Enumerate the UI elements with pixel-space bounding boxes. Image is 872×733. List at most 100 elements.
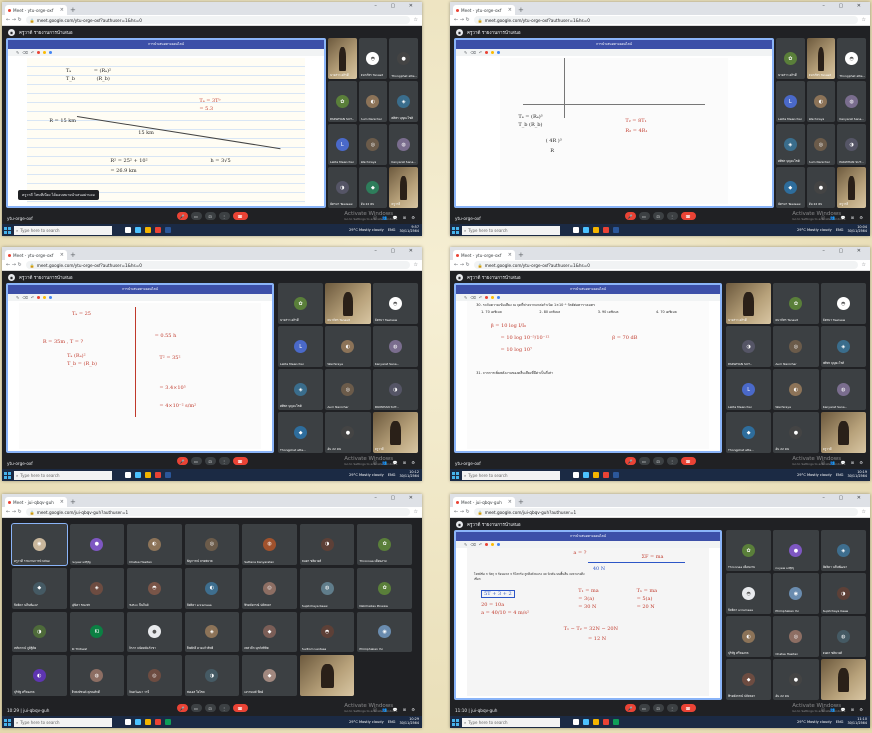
- participant-tile[interactable]: ◆ Thongphat atte...: [726, 412, 772, 453]
- participant-tile[interactable]: ◎ Aum Nanichar: [806, 124, 836, 165]
- participant-tile[interactable]: ครูวาดี: [389, 167, 418, 208]
- weather[interactable]: 29°C Mostly cloudy: [349, 473, 384, 477]
- participant-tile[interactable]: ◓ ฉัตรมา Tawisaw: [820, 283, 866, 324]
- clock[interactable]: 9:57 30/11/2564: [399, 226, 419, 233]
- clock[interactable]: 10:19 30/11/2564: [847, 471, 867, 478]
- word-icon[interactable]: [165, 472, 171, 478]
- participant-tile[interactable]: ◍ Settana Kanyaratan: [242, 524, 297, 565]
- window-controls[interactable]: – ▢ ✕: [374, 3, 419, 9]
- nav-buttons[interactable]: ← → ↻: [6, 509, 22, 515]
- participant-tile[interactable]: ● อัน 22 คน: [325, 412, 371, 453]
- language[interactable]: ENG: [388, 473, 396, 477]
- taskbar-search[interactable]: ⌕ Type here to search: [462, 225, 560, 235]
- participant-tile[interactable]: ◈ ศศิพร บุญยะโชติ: [776, 124, 805, 165]
- new-tab-button[interactable]: +: [70, 498, 76, 506]
- participant-tile[interactable]: ◑ PAKWHAN SUT...: [837, 124, 866, 165]
- url-field[interactable]: 🔒 meet.google.com/ytu-orge-oxf?authuser=1…: [25, 261, 410, 269]
- sheets-icon[interactable]: [613, 719, 619, 725]
- participant-tile[interactable]: ◐ ปิยธิดา sriramsaa: [184, 567, 240, 609]
- edge-icon[interactable]: [135, 227, 141, 233]
- nav-buttons[interactable]: ← → ↻: [454, 17, 470, 23]
- camera-button[interactable]: ▭: [638, 212, 650, 220]
- meeting-side-icons[interactable]: ⓘ 👥 💬 ⊞ ⚙: [821, 460, 865, 466]
- url-field[interactable]: 🔒 meet.google.com/jui-qbqv-guh?authuser=1: [25, 508, 410, 516]
- participant-tile[interactable]: ◓ Sudtom Lantasa: [299, 611, 355, 653]
- edge-icon[interactable]: [135, 472, 141, 478]
- mic-button[interactable]: 🎤: [624, 704, 636, 712]
- participant-tile[interactable]: ◓ ฉัตรมา Tawisaw: [372, 283, 418, 324]
- explorer-icon[interactable]: [145, 472, 151, 478]
- mic-button[interactable]: 🎤: [176, 704, 188, 712]
- eraser-icon[interactable]: ⌫: [22, 50, 28, 55]
- participant-tile[interactable]: ◎ จินตวัฒนา วานี: [127, 655, 182, 696]
- yellow-color[interactable]: [43, 51, 47, 54]
- participant-tile[interactable]: ◈ ศศิพร บุญยะโชติ: [278, 369, 324, 410]
- close-icon[interactable]: ×: [508, 7, 512, 13]
- new-tab-button[interactable]: +: [518, 251, 524, 259]
- mic-button[interactable]: 🎤: [176, 457, 188, 465]
- window-controls[interactable]: – ▢ ✕: [822, 248, 867, 254]
- close-icon[interactable]: ×: [60, 499, 64, 505]
- participant-tile[interactable]: [820, 659, 866, 700]
- language[interactable]: ENG: [388, 720, 396, 724]
- more-button[interactable]: ⋮: [218, 704, 230, 712]
- taskbar-search[interactable]: ⌕ Type here to search: [14, 717, 112, 727]
- language[interactable]: ENG: [836, 228, 844, 232]
- nav-buttons[interactable]: ← → ↻: [454, 262, 470, 268]
- captions-button[interactable]: ⊡: [204, 212, 216, 220]
- chrome-icon[interactable]: [155, 472, 161, 478]
- participant-tile[interactable]: ◎ ธัญการณ์ ลายพยาต: [184, 524, 240, 565]
- participant-tile[interactable]: ◍ Supitchaya Kaew: [299, 567, 355, 609]
- windows-start-icon[interactable]: [4, 226, 11, 234]
- star-icon[interactable]: ☆: [862, 262, 866, 268]
- participant-tile[interactable]: ◍ Kanyarat Sana...: [372, 326, 418, 367]
- word-icon[interactable]: [165, 227, 171, 233]
- pen-icon[interactable]: ✎: [464, 542, 467, 547]
- camera-button[interactable]: ▭: [190, 704, 202, 712]
- browser-tab[interactable]: Meet - ytu-orge-oxf ×: [5, 250, 67, 260]
- participant-tile[interactable]: ครูวาดี: [820, 412, 866, 453]
- meeting-side-icons[interactable]: ⓘ 👥 💬 ⊞ ⚙: [373, 707, 417, 713]
- window-controls[interactable]: – ▢ ✕: [374, 248, 419, 254]
- undo-icon[interactable]: ↶: [479, 542, 482, 547]
- participant-tile[interactable]: ◓ ธนาภัทร Tanasit: [358, 38, 388, 79]
- participant-tile[interactable]: ✿ Thronnaa เดือนงาม: [357, 524, 412, 565]
- pen-icon[interactable]: ✎: [464, 295, 467, 300]
- more-button[interactable]: ⋮: [666, 457, 678, 465]
- meeting-side-icons[interactable]: ⓘ 👥 💬 ⊞ ⚙: [821, 707, 865, 713]
- explorer-icon[interactable]: [593, 227, 599, 233]
- participant-tile[interactable]: ธนาภัทร Tanasit: [325, 283, 371, 324]
- participant-tile[interactable]: ธนาภัทร Tanasit: [806, 38, 836, 79]
- participant-tile[interactable]: ◍ Kanyarat Sana...: [837, 81, 866, 122]
- camera-button[interactable]: ▭: [638, 457, 650, 465]
- red-color[interactable]: [37, 296, 41, 299]
- undo-icon[interactable]: ↶: [479, 295, 482, 300]
- edge-icon[interactable]: [135, 719, 141, 725]
- blue-color[interactable]: [497, 296, 501, 299]
- blue-color[interactable]: [497, 543, 501, 546]
- url-field[interactable]: 🔒 meet.google.com/ytu-orge-oxf?authuser=1…: [25, 16, 410, 24]
- annotation-toolbar[interactable]: ✎ ⌫ ↶: [456, 541, 720, 548]
- participant-tile[interactable]: [299, 655, 355, 696]
- star-icon[interactable]: ☆: [414, 17, 418, 23]
- captions-button[interactable]: ⊡: [652, 704, 664, 712]
- participant-tile[interactable]: ◈ ศศิพร บุญยะโชติ: [820, 326, 866, 367]
- participant-tile[interactable]: ◎ Aum Nanichar: [325, 369, 371, 410]
- participant-tile[interactable]: ◆ ฟิรดยังกรณ์ ปธัทธยา: [726, 659, 772, 700]
- mic-button[interactable]: 🎤: [624, 457, 636, 465]
- windows-start-icon[interactable]: [452, 471, 459, 479]
- new-tab-button[interactable]: +: [518, 498, 524, 506]
- participant-tile[interactable]: ◈ ธีทศักดิ์ ดวงแก้วสิทธิ์: [184, 611, 240, 653]
- participant-tile[interactable]: ◆ อัน 22 คน: [358, 167, 388, 208]
- clock[interactable]: 10:12 30/11/2564: [399, 471, 419, 478]
- participant-tile[interactable]: L Lalita Meanchai: [328, 124, 357, 165]
- participant-tile[interactable]: ◑ Supitchaya Kaew: [820, 573, 866, 614]
- star-icon[interactable]: ☆: [414, 509, 418, 515]
- pen-icon[interactable]: ✎: [16, 295, 19, 300]
- participant-tile[interactable]: ◑ PAKWHAN SUT...: [372, 369, 418, 410]
- participant-tile[interactable]: ◆ เทศวลีก มุกก์สสิษิต: [242, 611, 297, 653]
- star-icon[interactable]: ☆: [862, 17, 866, 23]
- participant-tile[interactable]: ◍ Kanyarat Sana...: [820, 369, 866, 410]
- clock[interactable]: 10:29 30/11/2564: [399, 718, 419, 725]
- windows-start-icon[interactable]: [4, 718, 11, 726]
